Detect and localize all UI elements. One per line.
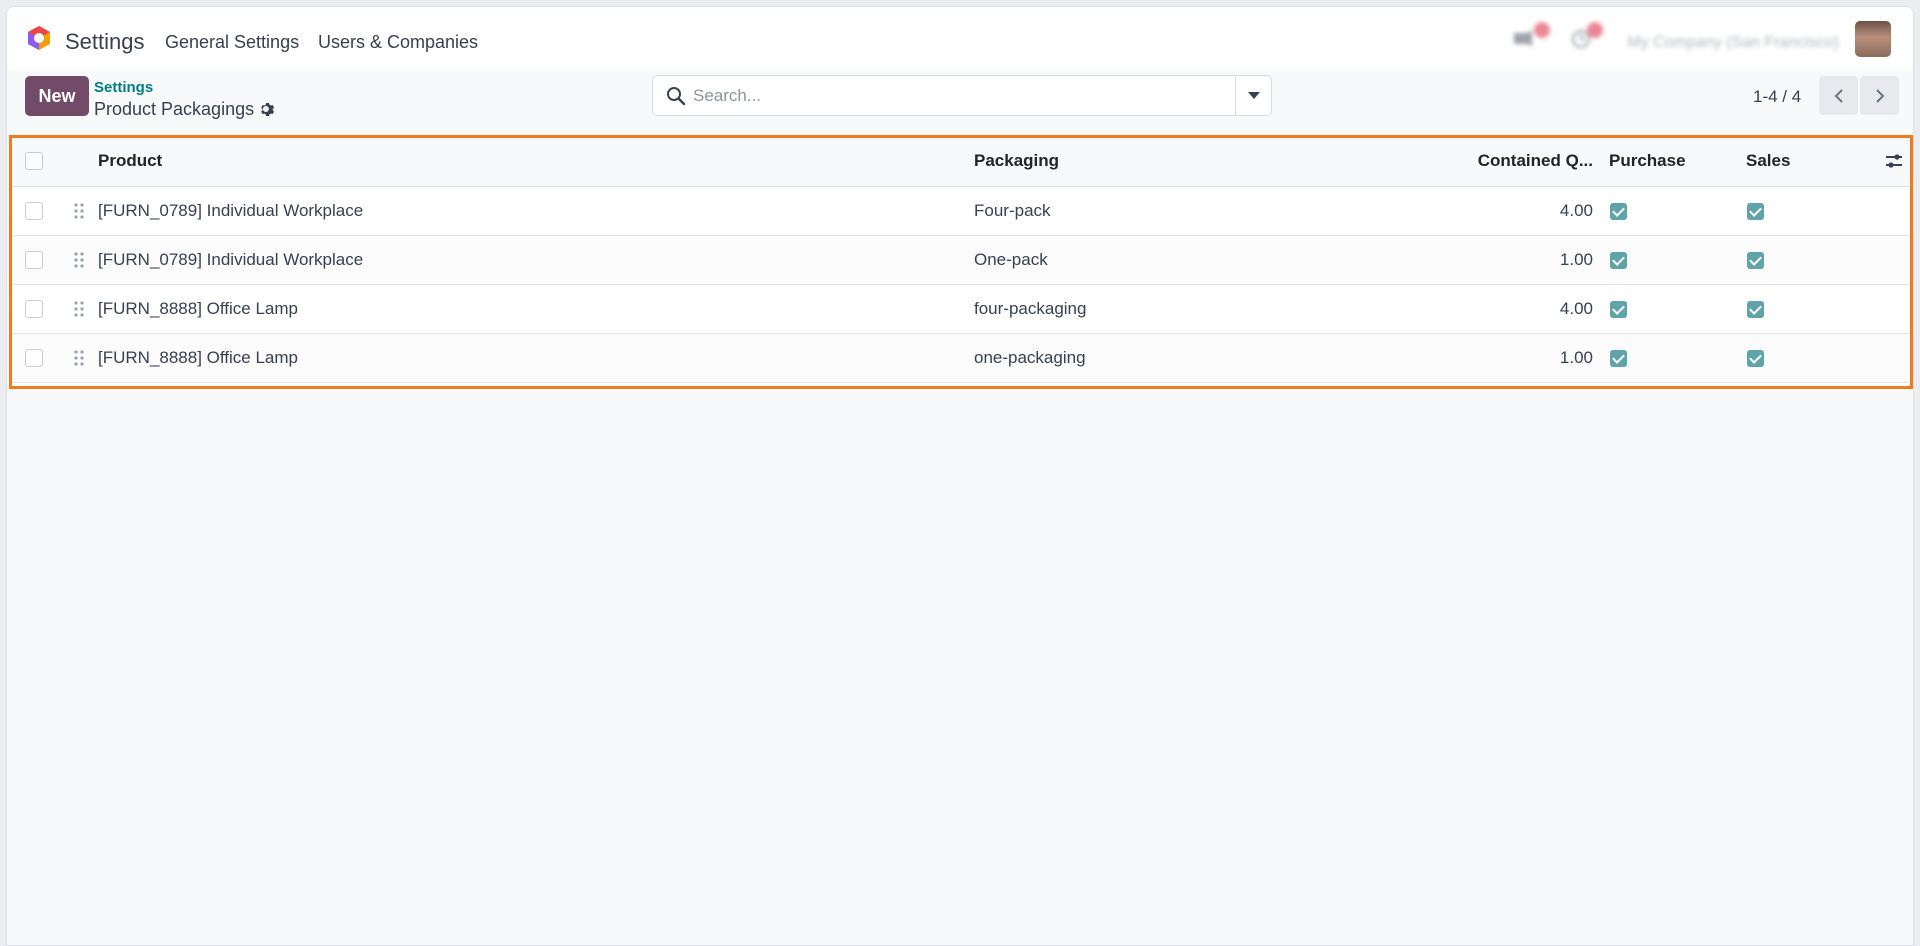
cell-product[interactable]: [FURN_0789] Individual Workplace — [98, 236, 363, 284]
cell-contained-qty[interactable]: 4.00 — [1449, 285, 1593, 333]
company-switcher[interactable]: My Company (San Francisco) — [1627, 34, 1839, 52]
search-options-toggle[interactable] — [1235, 76, 1271, 115]
breadcrumb-settings[interactable]: Settings — [94, 79, 153, 96]
drag-handle-icon[interactable] — [74, 301, 84, 317]
sales-checkbox[interactable] — [1747, 251, 1764, 269]
drag-handle-icon[interactable] — [74, 350, 84, 366]
cell-contained-qty[interactable]: 1.00 — [1449, 334, 1593, 382]
page-title: Product Packagings — [94, 99, 255, 119]
column-header-contained-qty[interactable]: Contained Q... — [1449, 135, 1593, 186]
chat-icon[interactable] — [1512, 29, 1536, 49]
optional-columns-icon[interactable] — [1885, 152, 1903, 170]
sales-checkbox[interactable] — [1747, 300, 1764, 318]
cell-product[interactable]: [FURN_0789] Individual Workplace — [98, 187, 363, 235]
app-logo-icon[interactable] — [25, 24, 53, 52]
chevron-left-icon — [1834, 88, 1843, 103]
menu-users-companies[interactable]: Users & Companies — [318, 32, 478, 53]
cell-packaging[interactable]: four-packaging — [974, 285, 1086, 333]
search-bar — [652, 75, 1272, 116]
cell-packaging[interactable]: One-pack — [974, 236, 1048, 284]
breadcrumb-current: Product Packagings — [94, 99, 276, 120]
table-row[interactable]: [FURN_0789] Individual Workplace One-pac… — [9, 236, 1911, 285]
drag-handle-icon[interactable] — [74, 252, 84, 268]
purchase-checkbox[interactable] — [1610, 251, 1627, 269]
row-select-checkbox[interactable] — [25, 202, 43, 220]
column-header-sales[interactable]: Sales — [1746, 135, 1790, 186]
cell-product[interactable]: [FURN_8888] Office Lamp — [98, 285, 298, 333]
table-row[interactable]: [FURN_0789] Individual Workplace Four-pa… — [9, 187, 1911, 236]
cell-product[interactable]: [FURN_8888] Office Lamp — [98, 334, 298, 382]
chevron-right-icon — [1875, 88, 1884, 103]
user-avatar[interactable] — [1855, 21, 1891, 57]
cell-packaging[interactable]: Four-pack — [974, 187, 1051, 235]
purchase-checkbox[interactable] — [1610, 300, 1627, 318]
purchase-checkbox[interactable] — [1610, 349, 1627, 367]
row-select-checkbox[interactable] — [25, 349, 43, 367]
top-navbar: Settings General Settings Users & Compan… — [7, 7, 1913, 69]
app-title[interactable]: Settings — [65, 29, 145, 55]
app-window: Settings General Settings Users & Compan… — [6, 6, 1914, 946]
cell-packaging[interactable]: one-packaging — [974, 334, 1086, 382]
search-icon — [667, 87, 686, 106]
row-select-checkbox[interactable] — [25, 300, 43, 318]
cell-contained-qty[interactable]: 1.00 — [1449, 236, 1593, 284]
table-header: Product Packaging Contained Q... Purchas… — [9, 135, 1911, 187]
new-button[interactable]: New — [25, 76, 89, 116]
cell-contained-qty[interactable]: 4.00 — [1449, 187, 1593, 235]
purchase-checkbox[interactable] — [1610, 202, 1627, 220]
pager-value[interactable]: 1-4 / 4 — [1753, 87, 1801, 107]
drag-handle-icon[interactable] — [74, 203, 84, 219]
row-select-checkbox[interactable] — [25, 251, 43, 269]
sales-checkbox[interactable] — [1747, 349, 1764, 367]
pager-next-button[interactable] — [1860, 76, 1899, 115]
pager-previous-button[interactable] — [1819, 76, 1858, 115]
table-row[interactable]: [FURN_8888] Office Lamp four-packaging 4… — [9, 285, 1911, 334]
caret-down-icon — [1247, 92, 1260, 99]
activity-badge — [1587, 22, 1603, 38]
table-row[interactable]: [FURN_8888] Office Lamp one-packaging 1.… — [9, 334, 1911, 383]
search-input[interactable] — [693, 82, 1213, 110]
column-header-product[interactable]: Product — [98, 135, 162, 186]
sales-checkbox[interactable] — [1747, 202, 1764, 220]
menu-general-settings[interactable]: General Settings — [165, 32, 299, 53]
packaging-list-table: Product Packaging Contained Q... Purchas… — [9, 135, 1911, 386]
gear-icon[interactable] — [259, 101, 276, 118]
chat-badge — [1534, 22, 1550, 38]
select-all-checkbox[interactable] — [25, 151, 43, 170]
column-header-packaging[interactable]: Packaging — [974, 135, 1059, 186]
column-header-purchase[interactable]: Purchase — [1609, 135, 1686, 186]
